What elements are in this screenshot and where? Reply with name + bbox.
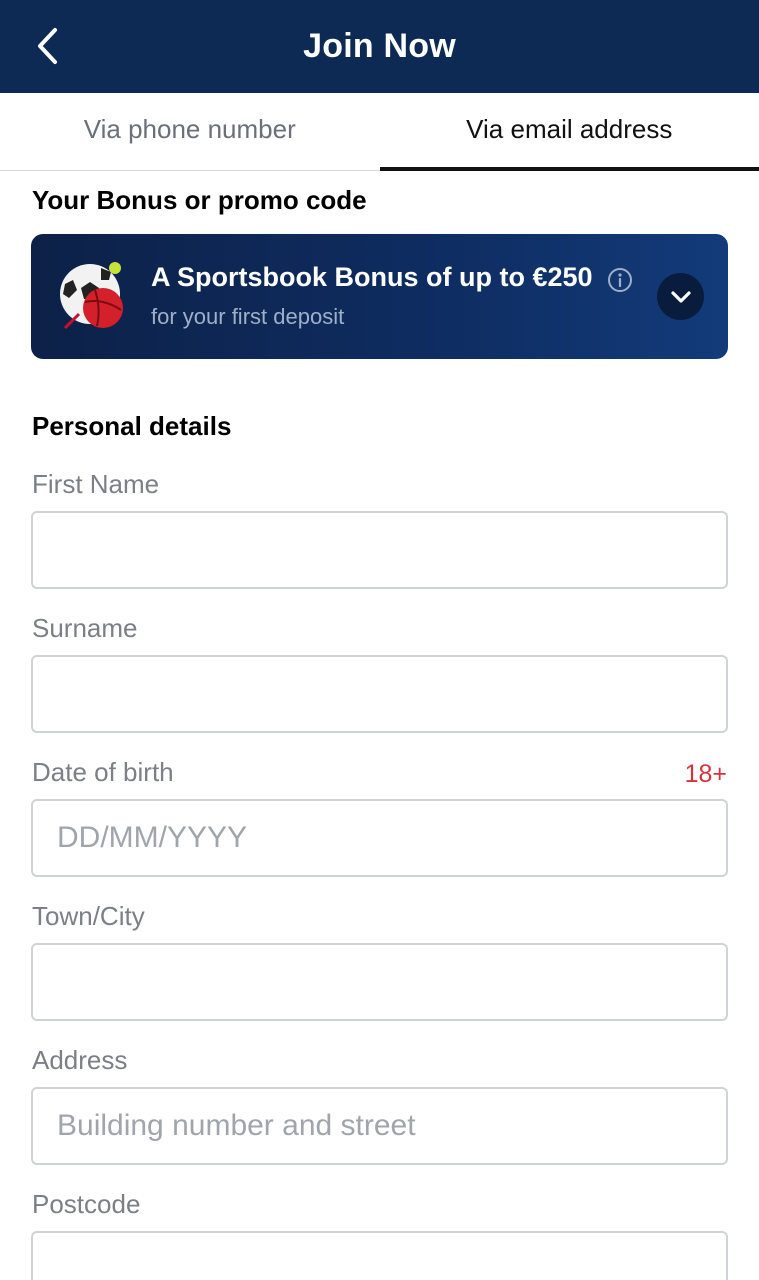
chevron-left-icon xyxy=(38,28,57,64)
app-header: Join Now xyxy=(0,0,759,93)
back-button[interactable] xyxy=(30,26,66,66)
chevron-down-icon xyxy=(670,290,691,303)
postcode-field[interactable] xyxy=(31,1231,728,1280)
postcode-label: Postcode xyxy=(32,1189,141,1219)
dob-label: Date of birth xyxy=(32,757,174,787)
address-field[interactable] xyxy=(31,1087,728,1165)
address-label: Address xyxy=(32,1045,128,1075)
surname-field[interactable] xyxy=(31,655,728,733)
page-title: Join Now xyxy=(303,27,456,65)
town-field[interactable] xyxy=(31,943,728,1021)
tab-phone-number[interactable]: Via phone number xyxy=(0,93,380,170)
personal-details-title: Personal details xyxy=(32,411,232,441)
bonus-card[interactable]: A Sportsbook Bonus of up to €250 for you… xyxy=(31,234,728,359)
bonus-subtitle: for your first deposit xyxy=(151,304,345,329)
tab-email-address[interactable]: Via email address xyxy=(379,93,759,171)
age-restriction-badge: 18+ xyxy=(684,760,727,788)
signup-method-tabs: Via phone number Via email address xyxy=(0,93,759,171)
dob-field[interactable] xyxy=(31,799,728,877)
bonus-section-title: Your Bonus or promo code xyxy=(32,185,367,215)
expand-bonus-button[interactable] xyxy=(657,273,704,320)
surname-label: Surname xyxy=(32,613,138,643)
sports-ball-icon xyxy=(60,262,123,330)
info-icon[interactable] xyxy=(607,267,633,293)
first-name-field[interactable] xyxy=(31,511,728,589)
bonus-title: A Sportsbook Bonus of up to €250 xyxy=(151,262,593,292)
town-label: Town/City xyxy=(32,901,145,931)
first-name-label: First Name xyxy=(32,469,160,499)
